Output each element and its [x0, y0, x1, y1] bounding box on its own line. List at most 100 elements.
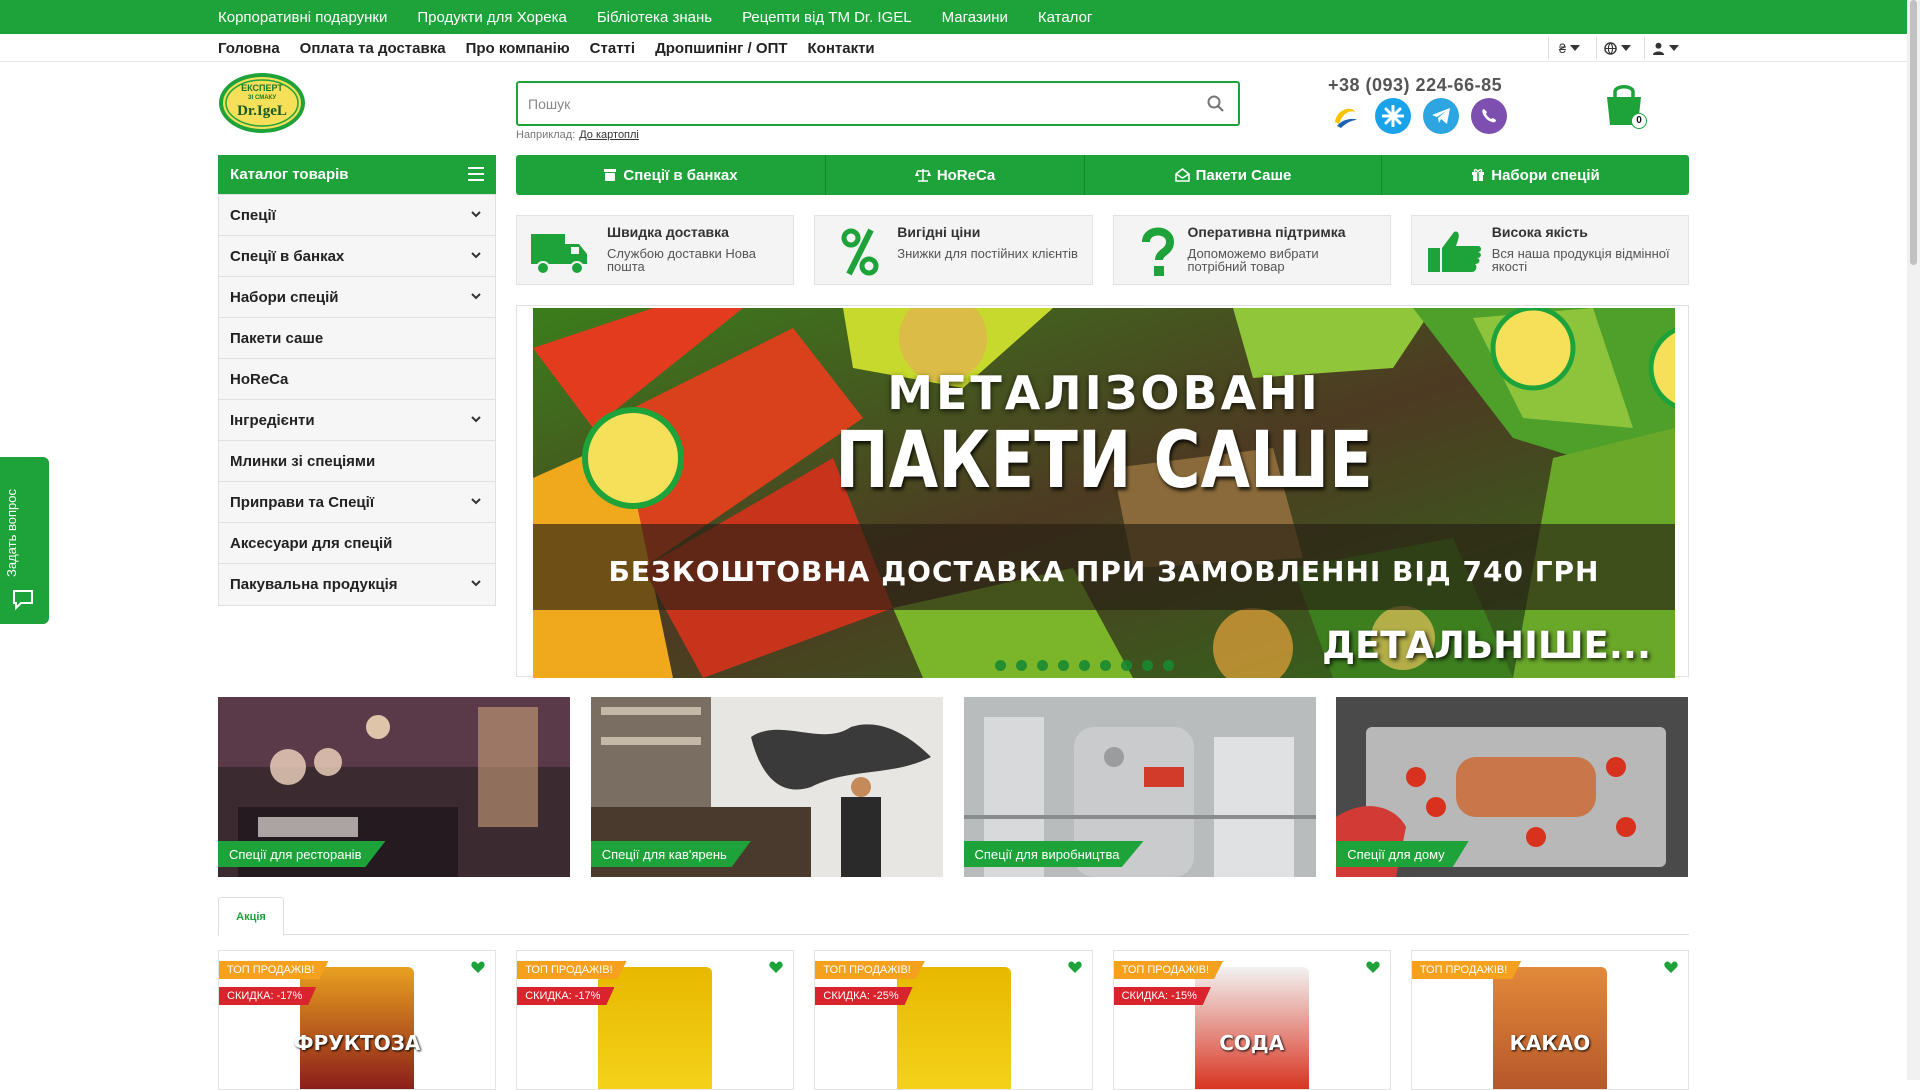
product-package-label: ФРУКТОЗА	[293, 1031, 421, 1055]
kyivstar-icon[interactable]	[1327, 98, 1363, 134]
promo-tabs: Акція	[218, 897, 1689, 936]
banner-more-link[interactable]: ДЕТАЛЬНІШЕ...	[1322, 624, 1651, 667]
slider-dot[interactable]	[1100, 660, 1111, 671]
banner-slide[interactable]: МЕТАЛІЗОВАНІ ПАКЕТИ САШЕ БЕЗКОШТОВНА ДОС…	[533, 308, 1675, 678]
tab-sachet-packs[interactable]: Пакети Саше	[1085, 155, 1382, 195]
chevron-down-icon[interactable]	[471, 250, 481, 260]
product-card[interactable]: ФРУКТОЗА ТОП ПРОДАЖІВ! СКИДКА: -17%	[218, 950, 497, 1090]
page-scrollbar[interactable]	[1907, 0, 1920, 1080]
slider-dot[interactable]	[1037, 660, 1048, 671]
catalog-item[interactable]: Інгредієнти	[219, 400, 495, 441]
nav-about[interactable]: Про компанію	[466, 40, 570, 57]
catalog-item-label: Пакувальна продукція	[230, 576, 398, 593]
phone-number[interactable]: +38 (093) 224-66-85	[1328, 75, 1502, 96]
search-icon[interactable]	[1206, 94, 1226, 114]
tab-spice-sets[interactable]: Набори спецій	[1382, 155, 1689, 195]
top-link-catalog[interactable]: Каталог	[1038, 9, 1093, 26]
account-dropdown[interactable]	[1644, 37, 1686, 59]
nav-articles[interactable]: Статті	[590, 40, 635, 57]
search-box	[516, 81, 1240, 126]
catalog-item[interactable]: Пакувальна продукція	[219, 564, 495, 605]
product-image[interactable]	[1492, 967, 1607, 1089]
chat-bubble-icon	[13, 590, 33, 611]
nav-home[interactable]: Головна	[218, 40, 280, 57]
catalog-item[interactable]: Млинки зі спеціями	[219, 441, 495, 482]
feature-title: Оперативна підтримка	[1187, 224, 1346, 240]
tab-horeca[interactable]: HoReCa	[826, 155, 1085, 195]
catalog-item[interactable]: Набори спецій	[219, 277, 495, 318]
top-link-stores[interactable]: Магазини	[942, 9, 1008, 26]
viber-icon[interactable]	[1471, 98, 1507, 134]
heart-icon[interactable]	[471, 961, 485, 974]
feature-high-quality: Висока якість Вся наша продукція відмінн…	[1410, 215, 1689, 285]
search-input[interactable]	[528, 93, 1178, 115]
feature-title: Швидка доставка	[607, 224, 729, 240]
top-link-horeca-products[interactable]: Продукти для Хорека	[417, 9, 566, 26]
star-icon[interactable]	[1375, 98, 1411, 134]
top-link-corporate-gifts[interactable]: Корпоративні подарунки	[218, 9, 387, 26]
segment-label: Спеції для дому	[1336, 841, 1469, 867]
top-sales-badge: ТОП ПРОДАЖІВ!	[1411, 961, 1522, 979]
slider-dot[interactable]	[1142, 660, 1153, 671]
top-links: Корпоративні подарунки Продукти для Хоре…	[218, 0, 1122, 34]
language-dropdown[interactable]	[1596, 37, 1638, 59]
slider-dot[interactable]	[995, 660, 1006, 671]
catalog-item[interactable]: HoReCa	[219, 359, 495, 400]
segment-label: Спеції для кав'ярень	[590, 841, 751, 867]
product-card[interactable]: СОДА ТОП ПРОДАЖІВ! СКИДКА: -15%	[1112, 950, 1391, 1090]
gift-icon	[1472, 169, 1485, 181]
example-link[interactable]: До картоплі	[579, 129, 639, 141]
heart-icon[interactable]	[1664, 961, 1678, 974]
nav-dropshipping[interactable]: Дропшипінг / ОПТ	[655, 40, 787, 57]
logo[interactable]: ЕКСПЕРТ ЗІ СМАКУ Dr.IgeL	[218, 72, 306, 134]
product-image[interactable]	[300, 967, 415, 1089]
nav-payment-delivery[interactable]: Оплата та доставка	[300, 40, 446, 57]
slider-dot[interactable]	[1163, 660, 1174, 671]
catalog-item-label: Спеції	[230, 206, 276, 224]
catalog-list: Спеції Спеції в банках Набори спецій Пакети…	[218, 194, 496, 606]
top-link-knowledge-library[interactable]: Бібліотека знань	[597, 9, 712, 26]
product-card[interactable]: КАКАО ТОП ПРОДАЖІВ!	[1410, 950, 1690, 1090]
top-link-recipes[interactable]: Рецепти від ТМ Dr. IGEL	[742, 9, 912, 26]
segment-restaurants[interactable]: Спеції для ресторанів	[218, 697, 571, 877]
product-image[interactable]	[1194, 967, 1309, 1089]
segment-home[interactable]: Спеції для дому	[1336, 697, 1689, 877]
product-image[interactable]	[598, 967, 713, 1089]
nav-right-controls: ₴	[1548, 37, 1686, 59]
slider-dot[interactable]	[1016, 660, 1027, 671]
catalog-item[interactable]: Спеції в банках	[219, 236, 495, 277]
chevron-down-icon[interactable]	[471, 291, 481, 301]
slider-dot[interactable]	[1121, 660, 1132, 671]
catalog-header[interactable]: Каталог товарів	[218, 155, 496, 194]
product-card[interactable]: ТОП ПРОДАЖІВ! СКИДКА: -25%	[814, 950, 1093, 1090]
chevron-down-icon[interactable]	[471, 578, 481, 588]
cart-count: 0	[1631, 113, 1647, 129]
ask-question-label: Задать вопрос	[4, 489, 19, 577]
telegram-icon[interactable]	[1423, 98, 1459, 134]
catalog-item[interactable]: Пакети саше	[219, 318, 495, 359]
banner-slider: МЕТАЛІЗОВАНІ ПАКЕТИ САШЕ БЕЗКОШТОВНА ДОС…	[516, 305, 1689, 678]
catalog-item[interactable]: Приправи та Спеції	[219, 482, 495, 523]
catalog-item[interactable]: Спеції	[219, 195, 495, 236]
nav-contacts[interactable]: Контакти	[808, 40, 875, 57]
catalog-item-label: Аксесуари для спецій	[230, 534, 393, 552]
chevron-down-icon[interactable]	[471, 414, 481, 424]
heart-icon[interactable]	[1366, 961, 1380, 974]
currency-dropdown[interactable]: ₴	[1548, 37, 1590, 59]
segment-cafes[interactable]: Спеції для кав'ярень	[590, 697, 944, 877]
slider-dot[interactable]	[1079, 660, 1090, 671]
catalog-item-label: Спеції в банках	[230, 247, 345, 265]
heart-icon[interactable]	[1067, 961, 1082, 974]
ask-question-widget[interactable]: Задать вопрос	[0, 457, 49, 624]
product-image[interactable]	[896, 967, 1011, 1089]
chevron-down-icon[interactable]	[471, 496, 481, 506]
scrollbar-thumb[interactable]	[1910, 0, 1917, 265]
tab-spices-in-jars[interactable]: Спеції в банках	[516, 155, 826, 195]
segment-production[interactable]: Спеції для виробництва	[963, 697, 1317, 877]
slider-dot[interactable]	[1058, 660, 1069, 671]
catalog-item[interactable]: Аксесуари для спецій	[219, 523, 495, 564]
tab-promo[interactable]: Акція	[218, 897, 284, 936]
product-card[interactable]: ТОП ПРОДАЖІВ! СКИДКА: -17%	[516, 950, 795, 1090]
heart-icon[interactable]	[769, 961, 784, 974]
chevron-down-icon[interactable]	[471, 209, 481, 219]
